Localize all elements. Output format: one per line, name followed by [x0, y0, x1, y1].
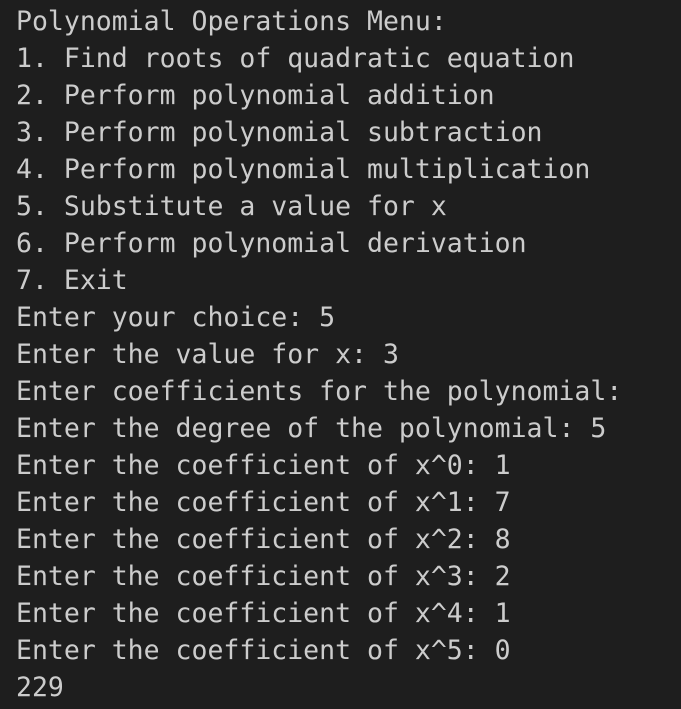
coefficient-prompt-x4: Enter the coefficient of x^4: 1 — [16, 598, 511, 629]
menu-title: Polynomial Operations Menu: — [16, 6, 447, 37]
coefficient-prompt-x2: Enter the coefficient of x^2: 8 — [16, 524, 511, 555]
degree-prompt: Enter the degree of the polynomial: 5 — [16, 413, 607, 444]
menu-option-6: 6. Perform polynomial derivation — [16, 228, 527, 259]
choice-prompt: Enter your choice: 5 — [16, 302, 336, 333]
menu-option-2: 2. Perform polynomial addition — [16, 80, 495, 111]
coefficient-prompt-x1: Enter the coefficient of x^1: 7 — [16, 487, 511, 518]
coefficient-prompt-x0: Enter the coefficient of x^0: 1 — [16, 450, 511, 481]
coefficients-header: Enter coefficients for the polynomial: — [16, 376, 623, 407]
coefficient-prompt-x3: Enter the coefficient of x^3: 2 — [16, 561, 511, 592]
menu-option-1: 1. Find roots of quadratic equation — [16, 43, 575, 74]
result-output: 229 — [16, 672, 64, 703]
menu-option-7: 7. Exit — [16, 265, 128, 296]
terminal-output[interactable]: Polynomial Operations Menu: 1. Find root… — [0, 0, 681, 709]
x-value-prompt: Enter the value for x: 3 — [16, 339, 399, 370]
menu-option-4: 4. Perform polynomial multiplication — [16, 154, 591, 185]
menu-option-5: 5. Substitute a value for x — [16, 191, 447, 222]
menu-option-3: 3. Perform polynomial subtraction — [16, 117, 543, 148]
coefficient-prompt-x5: Enter the coefficient of x^5: 0 — [16, 635, 511, 666]
